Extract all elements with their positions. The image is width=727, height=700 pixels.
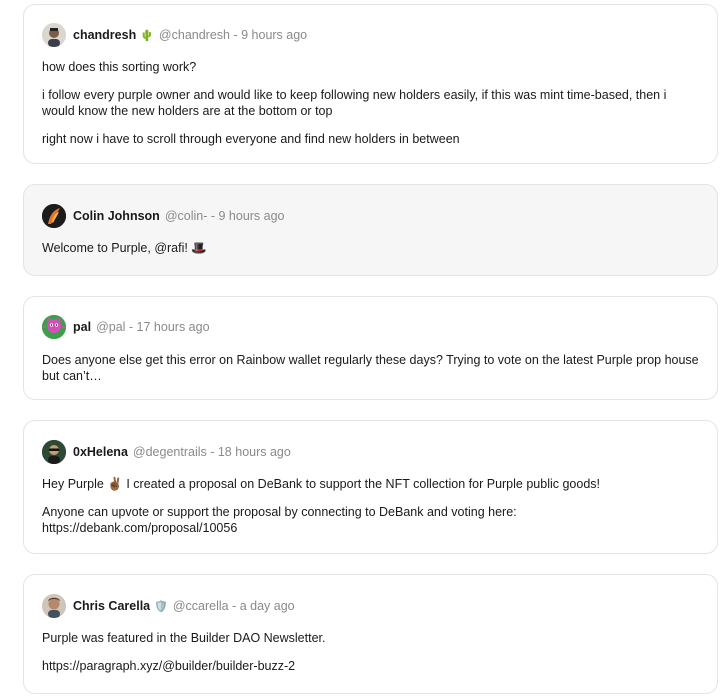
post-body: Welcome to Purple, @rafi! 🎩 [42, 240, 699, 256]
post-card[interactable]: chandresh 🌵 @chandresh - 9 hours ago how… [23, 4, 718, 164]
author-name[interactable]: Chris Carella [73, 599, 150, 613]
separator: - [207, 209, 219, 223]
post-header: chandresh 🌵 @chandresh - 9 hours ago [42, 23, 699, 47]
author-handle: @colin- [164, 209, 208, 223]
post-card[interactable]: Colin Johnson @colin- - 9 hours ago Welc… [23, 184, 718, 276]
post-paragraph: right now i have to scroll through every… [42, 132, 460, 146]
post-paragraph: Purple was featured in the Builder DAO N… [42, 631, 326, 645]
post-meta[interactable]: @degentrails - 18 hours ago [133, 445, 291, 459]
post-paragraph: i follow every purple owner and would li… [42, 88, 667, 118]
post-header: Colin Johnson @colin- - 9 hours ago [42, 204, 699, 228]
separator: - [206, 445, 218, 459]
author-handle: @degentrails [132, 445, 207, 459]
post-meta[interactable]: @colin- - 9 hours ago [165, 209, 285, 223]
author-name[interactable]: chandresh [73, 28, 136, 42]
post-header: 0xHelena @degentrails - 18 hours ago [42, 440, 699, 464]
post-body: Does anyone else get this error on Rainb… [42, 352, 699, 384]
separator: - [228, 599, 240, 613]
post-paragraph: Welcome to Purple, @rafi! 🎩 [42, 241, 207, 255]
timestamp: 9 hours ago [218, 209, 285, 223]
post-header: Chris Carella 🛡️ @ccarella - a day ago [42, 594, 699, 618]
avatar[interactable] [42, 23, 66, 47]
cactus-icon: 🌵 [140, 29, 154, 42]
post-text: Anyone can upvote or support the proposa… [42, 505, 517, 519]
timestamp: 17 hours ago [136, 320, 210, 334]
post-body: how does this sorting work? i follow eve… [42, 59, 699, 147]
author-handle: @chandresh [158, 28, 230, 42]
post-card[interactable]: 0xHelena @degentrails - 18 hours ago Hey… [23, 420, 718, 554]
proposal-link[interactable]: https://debank.com/proposal/10056 [42, 521, 237, 535]
post-card[interactable]: pal @pal - 17 hours ago Does anyone else… [23, 296, 718, 400]
post-body: Hey Purple ✌🏾 I created a proposal on De… [42, 476, 699, 536]
author-name[interactable]: pal [73, 320, 91, 334]
author-name[interactable]: 0xHelena [73, 445, 128, 459]
post-paragraph: https://paragraph.xyz/@builder/builder-b… [42, 658, 699, 674]
post-meta[interactable]: @pal - 17 hours ago [96, 320, 209, 334]
post-paragraph: Anyone can upvote or support the proposa… [42, 504, 699, 536]
separator: - [230, 28, 242, 42]
author-name[interactable]: Colin Johnson [73, 209, 160, 223]
newsletter-link[interactable]: https://paragraph.xyz/@builder/builder-b… [42, 659, 295, 673]
avatar[interactable] [42, 440, 66, 464]
shield-icon: 🛡️ [154, 600, 168, 613]
timestamp: a day ago [239, 599, 295, 613]
post-paragraph: Hey Purple ✌🏾 I created a proposal on De… [42, 477, 600, 491]
timestamp: 9 hours ago [241, 28, 308, 42]
avatar[interactable] [42, 594, 66, 618]
post-meta[interactable]: @chandresh - 9 hours ago [159, 28, 307, 42]
avatar[interactable] [42, 315, 66, 339]
avatar[interactable] [42, 204, 66, 228]
timestamp: 18 hours ago [217, 445, 291, 459]
post-body: Purple was featured in the Builder DAO N… [42, 630, 699, 674]
post-header: pal @pal - 17 hours ago [42, 315, 699, 339]
post-paragraph: how does this sorting work? [42, 60, 197, 74]
post-paragraph: Does anyone else get this error on Rainb… [42, 353, 699, 383]
author-handle: @ccarella [172, 599, 229, 613]
post-card[interactable]: Chris Carella 🛡️ @ccarella - a day ago P… [23, 574, 718, 694]
separator: - [125, 320, 137, 334]
author-handle: @pal [96, 320, 126, 334]
post-meta[interactable]: @ccarella - a day ago [173, 599, 295, 613]
